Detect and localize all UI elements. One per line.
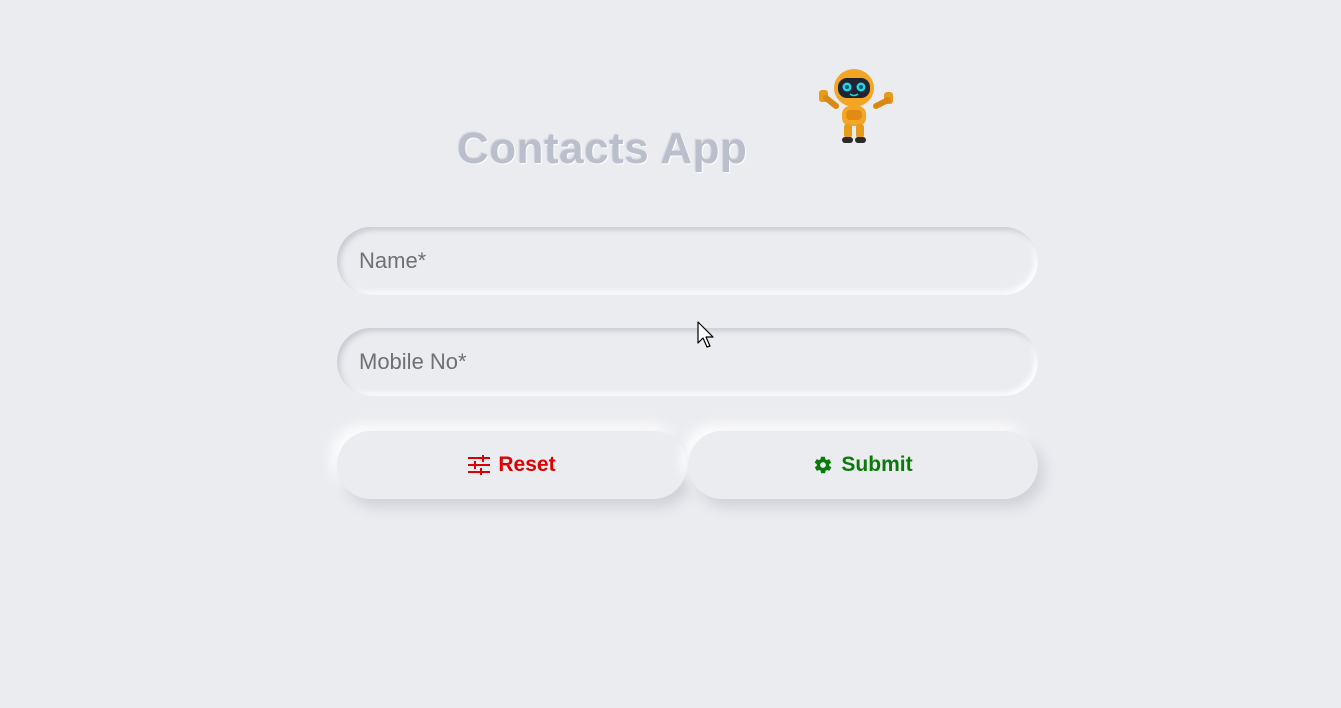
submit-label: Submit: [841, 453, 913, 476]
mouse-cursor-icon: [697, 321, 714, 348]
gear-icon: [815, 456, 832, 474]
page-title: Contacts App: [457, 124, 748, 173]
reset-button[interactable]: Reset: [337, 431, 687, 499]
robot-mascot-icon: [819, 69, 893, 143]
submit-button[interactable]: Submit: [688, 431, 1038, 499]
mobile-input[interactable]: [337, 328, 1038, 396]
name-field[interactable]: [337, 227, 1038, 295]
contacts-app-page: Contacts App Name* Mobile No* Reset Subm…: [0, 0, 1341, 708]
mobile-field[interactable]: [337, 328, 1038, 396]
name-input[interactable]: [337, 227, 1038, 295]
reset-label: Reset: [498, 453, 556, 476]
sliders-icon: [468, 455, 491, 475]
